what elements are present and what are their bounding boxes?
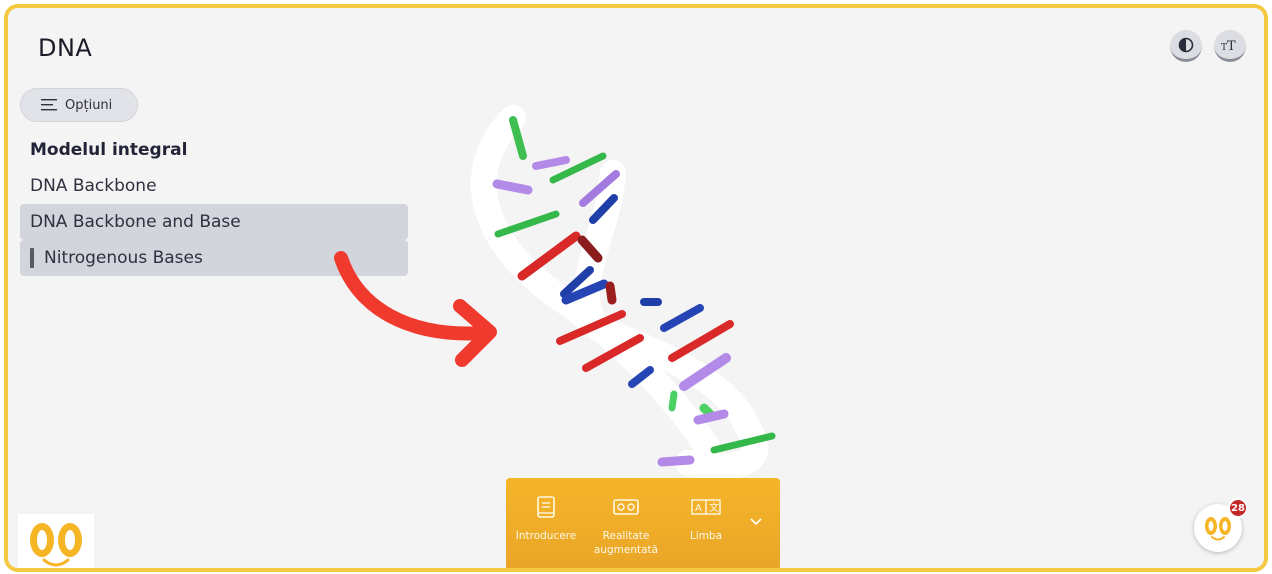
chevron-down-icon <box>750 518 762 526</box>
menu-item-full-model[interactable]: Modelul integral <box>20 132 408 168</box>
toolbar-item-label: Limba <box>689 530 723 542</box>
toolbar-item-label: Realitate augmentată <box>593 530 659 556</box>
svg-text:A: A <box>695 503 702 514</box>
book-icon <box>537 496 555 518</box>
base-darkred <box>605 281 617 305</box>
toolbar-item-label: Introducere <box>515 530 577 542</box>
page-title: DNA <box>38 34 93 62</box>
base-darkred <box>577 235 603 263</box>
model-menu: Modelul integral DNA Backbone DNA Backbo… <box>20 132 408 276</box>
base-green <box>668 390 678 412</box>
expand-toolbar-button[interactable] <box>750 514 762 530</box>
menu-item-label: Nitrogenous Bases <box>44 248 203 268</box>
base-green <box>710 432 776 454</box>
translate-icon: A 文 <box>691 499 721 515</box>
base-green <box>699 403 715 419</box>
vr-headset-icon <box>613 499 639 515</box>
base-blue <box>589 194 618 224</box>
menu-item-nitrogenous-bases[interactable]: Nitrogenous Bases <box>20 240 408 276</box>
text-size-button[interactable]: T T <box>1214 30 1246 62</box>
augmented-reality-button[interactable]: Realitate augmentată <box>586 492 666 557</box>
menu-item-label: DNA Backbone <box>30 176 157 196</box>
base-blue <box>560 266 594 298</box>
contrast-icon <box>1178 37 1194 52</box>
base-purple <box>657 455 695 467</box>
nitrogenous-bases <box>492 116 776 467</box>
base-green <box>494 210 560 238</box>
base-green <box>549 152 607 184</box>
dna-backbone-strand <box>573 160 769 479</box>
base-blue <box>628 366 654 388</box>
assistant-button[interactable]: 28 <box>1194 498 1248 552</box>
language-button[interactable]: A 文 Limba <box>666 492 746 544</box>
base-red <box>582 334 644 372</box>
base-red <box>556 310 626 345</box>
options-label: Opțiuni <box>65 97 113 113</box>
text-size-icon: T T <box>1221 39 1236 52</box>
dna-backbone-strand <box>470 105 721 461</box>
base-purple <box>579 170 620 207</box>
base-blue <box>561 279 609 305</box>
base-purple <box>679 353 731 391</box>
brand-logo <box>18 514 94 568</box>
svg-text:文: 文 <box>709 501 719 514</box>
bottom-toolbar: Introducere Realitate augmentată A 文 Lim… <box>506 478 780 568</box>
menu-item-backbone-and-base[interactable]: DNA Backbone and Base <box>20 204 408 240</box>
contrast-button[interactable] <box>1170 30 1202 62</box>
focus-indicator <box>30 248 34 268</box>
base-purple <box>492 179 533 195</box>
menu-item-label: Modelul integral <box>30 140 188 160</box>
options-button[interactable]: Opțiuni <box>20 88 138 122</box>
notification-badge: 28 <box>1228 498 1248 518</box>
top-right-controls: T T <box>1170 30 1246 62</box>
base-red <box>668 320 734 362</box>
base-red <box>517 231 581 281</box>
base-green <box>509 116 527 160</box>
svg-text:T: T <box>1227 39 1236 52</box>
mascot-logo-icon <box>18 514 94 568</box>
introduction-button[interactable]: Introducere <box>506 492 586 544</box>
mascot-icon <box>1205 517 1231 541</box>
base-purple <box>693 409 729 425</box>
menu-item-label: DNA Backbone and Base <box>30 212 241 232</box>
base-purple <box>532 156 570 170</box>
base-blue <box>660 304 704 332</box>
app-frame: DNA T T Opțiuni Modelul integral DNA Bac… <box>4 4 1268 572</box>
menu-item-dna-backbone[interactable]: DNA Backbone <box>20 168 408 204</box>
menu-lines-icon <box>41 99 57 111</box>
